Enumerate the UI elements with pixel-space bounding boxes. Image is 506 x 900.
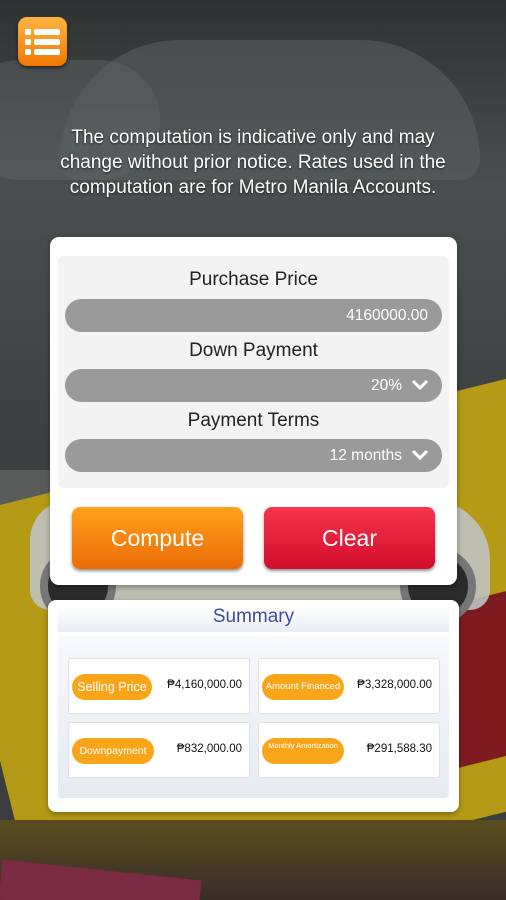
summary-card: Summary Selling Price ₱4,160,000.00 Amou… [48, 600, 459, 812]
downpayment-label: Downpayment [72, 738, 154, 764]
chevron-down-icon [412, 379, 428, 391]
payment-terms-select[interactable]: 12 months [65, 439, 442, 472]
payment-terms-label: Payment Terms [187, 410, 320, 431]
selling-price-value: ₱4,160,000.00 [167, 679, 242, 691]
summary-grid: Selling Price ₱4,160,000.00 Amount Finan… [58, 636, 449, 798]
purchase-price-value: 4160000.00 [346, 307, 428, 324]
loan-calculator-card: Purchase Price 4160000.00 Down Payment 2… [50, 237, 457, 585]
payment-terms-value: 12 months [329, 447, 402, 464]
amount-financed-label: Amount Financed [262, 674, 344, 700]
downpayment-cell: Downpayment ₱832,000.00 [68, 722, 250, 778]
down-payment-select[interactable]: 20% [65, 369, 442, 402]
down-payment-value: 20% [370, 377, 402, 394]
purchase-price-label: Purchase Price [189, 269, 318, 290]
downpayment-value: ₱832,000.00 [176, 743, 242, 755]
summary-title: Summary [58, 606, 449, 632]
compute-button[interactable]: Compute [72, 507, 243, 569]
purchase-price-input[interactable]: 4160000.00 [65, 299, 442, 332]
clear-button[interactable]: Clear [264, 507, 435, 569]
amount-financed-value: ₱3,328,000.00 [357, 679, 432, 691]
selling-price-label: Selling Price [72, 674, 152, 700]
monthly-amortization-value: ₱291,588.30 [366, 743, 432, 755]
chevron-down-icon [412, 449, 428, 461]
monthly-amortization-label: Monthly Amortization [262, 738, 344, 764]
down-payment-label: Down Payment [189, 340, 318, 361]
monthly-amortization-cell: Monthly Amortization ₱291,588.30 [258, 722, 440, 778]
menu-button[interactable] [18, 17, 67, 66]
selling-price-cell: Selling Price ₱4,160,000.00 [68, 658, 250, 714]
input-panel: Purchase Price 4160000.00 Down Payment 2… [58, 256, 449, 488]
amount-financed-cell: Amount Financed ₱3,328,000.00 [258, 658, 440, 714]
disclaimer-text: The computation is indicative only and m… [60, 127, 446, 198]
